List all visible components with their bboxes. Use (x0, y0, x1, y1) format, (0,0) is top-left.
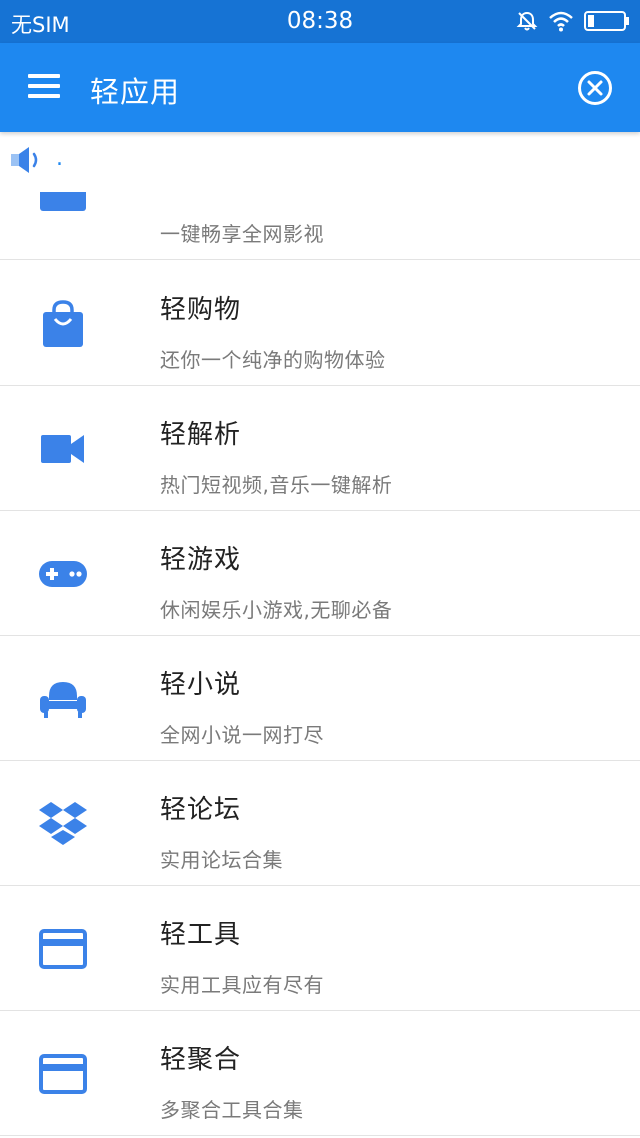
item-subtitle: 实用论坛合集 (160, 848, 283, 872)
list-item-aggregate[interactable]: 轻聚合 多聚合工具合集 (0, 1011, 640, 1136)
list-item-novels[interactable]: 轻小说 全网小说一网打尽 (0, 636, 640, 761)
status-bar: 无SIM 08:38 (0, 0, 640, 43)
dropbox-icon (39, 802, 87, 845)
shopping-bag-icon (43, 300, 83, 347)
sofa-icon (40, 682, 86, 718)
menu-icon-line (28, 94, 60, 98)
menu-button[interactable] (28, 74, 60, 102)
menu-icon (28, 74, 60, 78)
notice-bar: . (0, 132, 640, 192)
gamepad-icon (39, 561, 87, 587)
app-list: 一键畅享全网影视 轻购物 还你一个纯净的购物体验 轻解析 热门短视频,音乐一键解… (0, 135, 640, 1138)
wifi-icon (549, 11, 573, 32)
list-item-parse[interactable]: 轻解析 热门短视频,音乐一键解析 (0, 386, 640, 511)
list-item-games[interactable]: 轻游戏 休闲娱乐小游戏,无聊必备 (0, 511, 640, 636)
item-subtitle: 还你一个纯净的购物体验 (160, 348, 386, 372)
battery-icon (584, 11, 629, 31)
item-subtitle: 多聚合工具合集 (160, 1098, 304, 1122)
list-item-forum[interactable]: 轻论坛 实用论坛合集 (0, 761, 640, 886)
video-camera-icon (41, 435, 84, 463)
close-circle-icon[interactable] (577, 70, 613, 106)
item-subtitle: 全网小说一网打尽 (160, 723, 324, 747)
item-title: 轻工具 (160, 920, 242, 950)
status-icons (516, 10, 630, 32)
item-subtitle: 休闲娱乐小游戏,无聊必备 (160, 598, 393, 622)
item-title: 轻购物 (160, 295, 242, 325)
item-subtitle: 一键畅享全网影视 (160, 222, 324, 246)
item-title: 轻解析 (160, 420, 242, 450)
credit-card-icon (39, 1054, 87, 1094)
item-title: 轻论坛 (160, 795, 242, 825)
speaker-icon (11, 147, 38, 173)
list-item-shopping[interactable]: 轻购物 还你一个纯净的购物体验 (0, 261, 640, 386)
bell-off-icon (516, 11, 538, 31)
page-title: 轻应用 (90, 75, 181, 109)
item-title: 轻小说 (160, 670, 242, 700)
app-bar: 轻应用 (0, 43, 640, 132)
item-subtitle: 热门短视频,音乐一键解析 (160, 473, 393, 497)
credit-card-icon (39, 929, 87, 969)
item-subtitle: 实用工具应有尽有 (160, 973, 324, 997)
item-title: 轻游戏 (160, 545, 242, 575)
notice-text: . (56, 146, 63, 171)
menu-icon-line (28, 84, 60, 88)
item-title: 轻聚合 (160, 1045, 242, 1075)
list-item-tools[interactable]: 轻工具 实用工具应有尽有 (0, 886, 640, 1011)
